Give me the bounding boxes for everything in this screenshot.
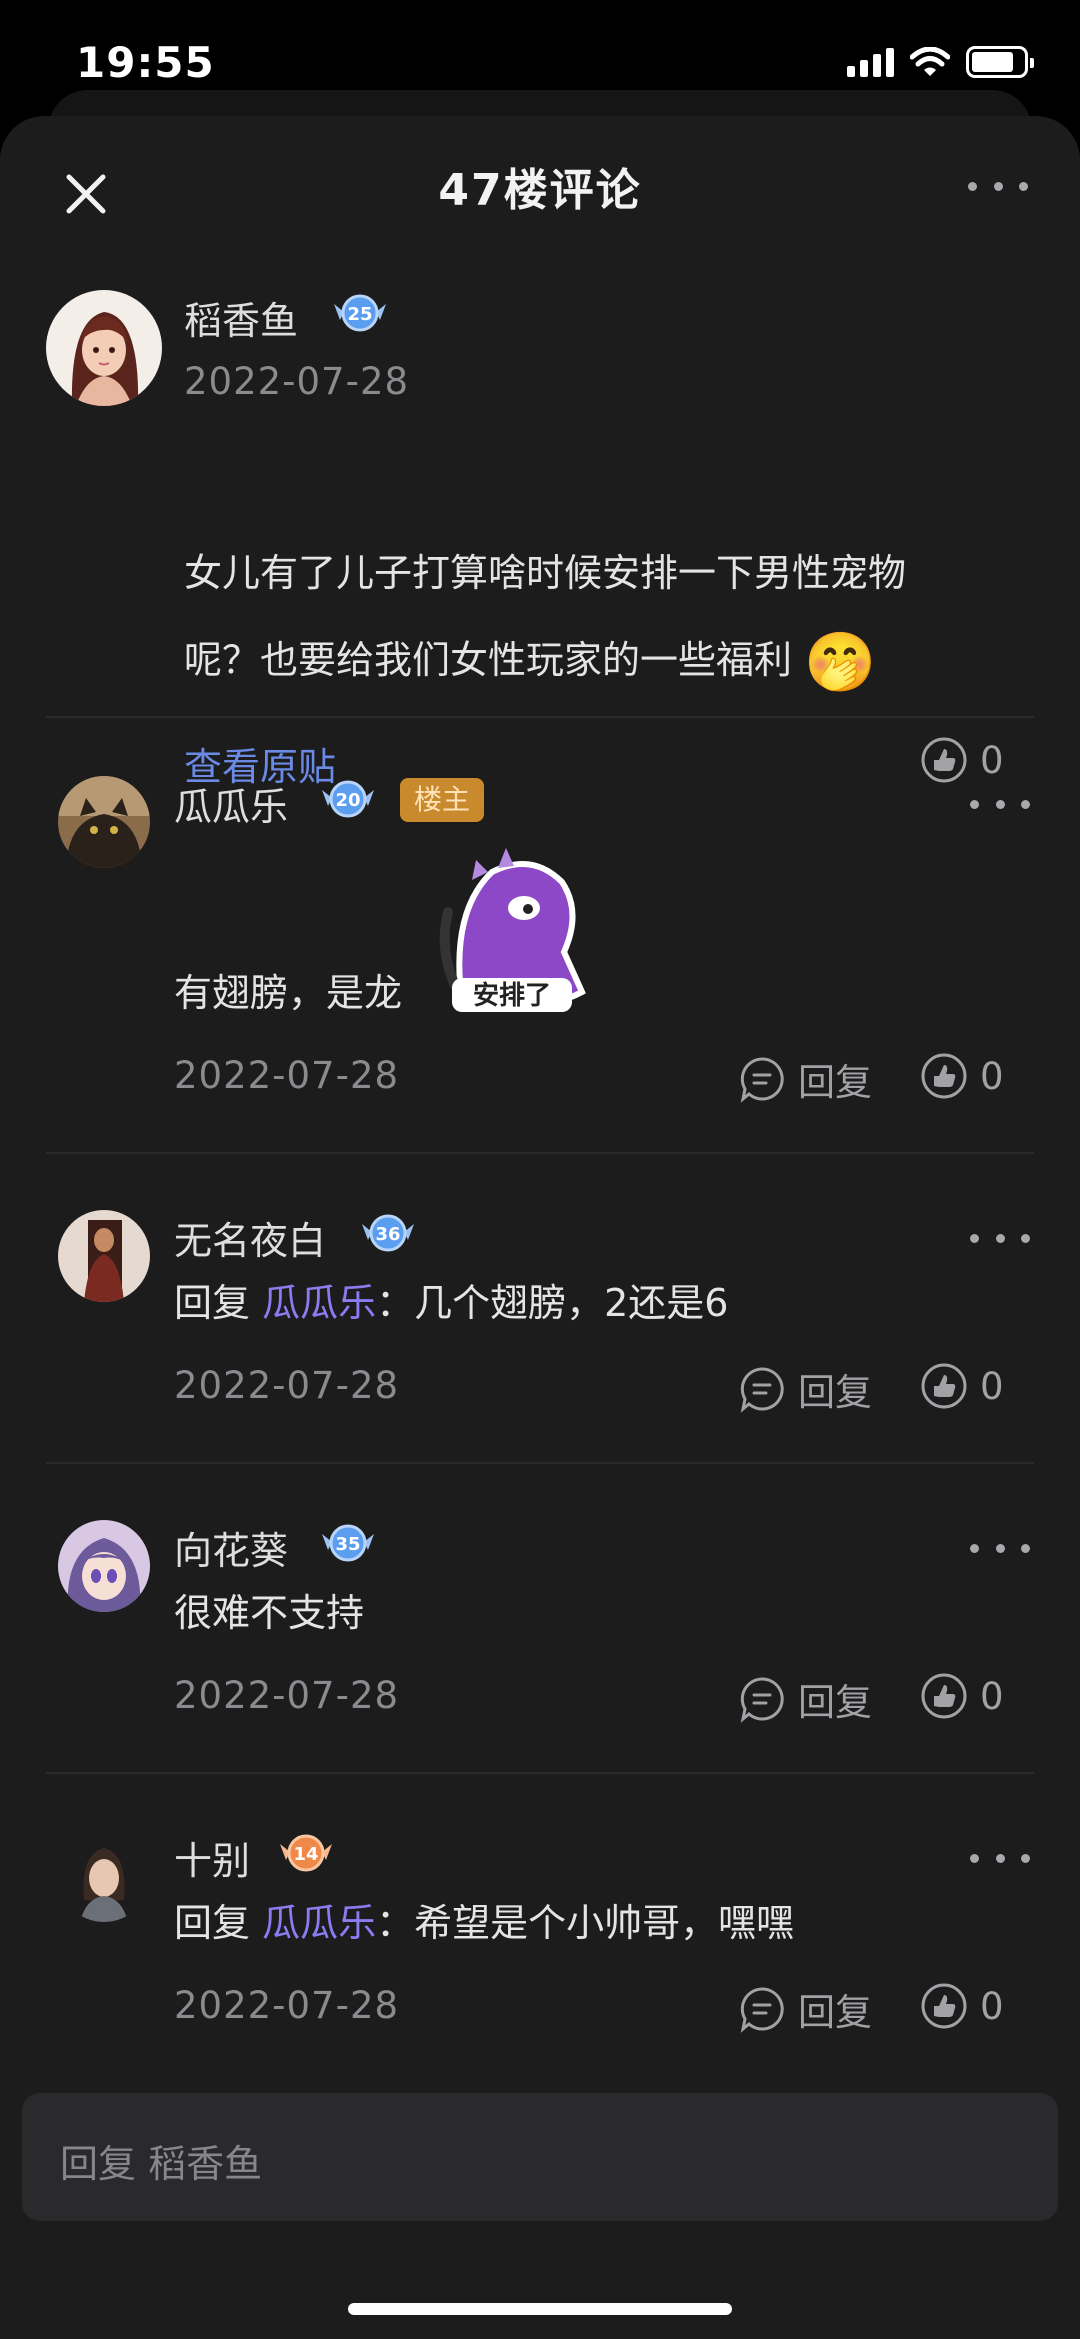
level-badge-icon: 35: [320, 1520, 376, 1566]
reply-placeholder: 回复 稻香鱼: [60, 2142, 263, 2186]
more-button[interactable]: [968, 174, 1028, 198]
comment-sheet: 47楼评论 稻香鱼 25 2022-07-28 女儿有了儿子打算啥时候安排一下男…: [0, 116, 1080, 2339]
post-author-name[interactable]: 稻香鱼: [184, 290, 298, 345]
like-count: 0: [980, 1674, 1004, 1718]
divider: [46, 1772, 1034, 1774]
reply-label: 回复: [798, 1061, 872, 1104]
sticker-caption: 安排了: [473, 981, 551, 1011]
comment-date: 2022-07-28: [174, 1984, 400, 2027]
reply-button[interactable]: 回复: [738, 1982, 872, 2036]
reply-input[interactable]: 回复 稻香鱼: [22, 2093, 1058, 2221]
reply-label: 回复: [798, 1991, 872, 2034]
thumbs-up-icon: [921, 1363, 967, 1409]
like-count: 0: [980, 1984, 1004, 2028]
level-number: 25: [347, 304, 372, 325]
comment-author-name[interactable]: 十别: [174, 1830, 250, 1885]
battery-icon: [966, 46, 1034, 78]
divider: [46, 1152, 1034, 1154]
wifi-icon: [910, 47, 950, 76]
level-badge-icon: 14: [278, 1830, 334, 1876]
level-number: 35: [335, 1534, 360, 1555]
level-number: 36: [375, 1224, 400, 1245]
level-number: 14: [293, 1844, 318, 1865]
post-text-line-2: 呢？也要给我们女性玩家的一些福利 🤭: [184, 628, 877, 696]
avatar[interactable]: [46, 290, 162, 406]
more-icon: [970, 1853, 979, 1863]
comment-author-name[interactable]: 向花葵: [174, 1520, 288, 1575]
page-title: 47楼评论: [438, 165, 642, 216]
reply-button[interactable]: 回复: [738, 1362, 872, 1416]
host-badge: 楼主: [400, 778, 485, 822]
reply-bubble-icon: [740, 1367, 784, 1413]
more-icon: [968, 181, 977, 191]
like-button[interactable]: 0: [920, 1362, 1004, 1410]
comment-date: 2022-07-28: [174, 1054, 400, 1097]
reply-label: 回复: [798, 1681, 872, 1724]
avatar[interactable]: [58, 1830, 150, 1922]
divider: [46, 1462, 1034, 1464]
mention-link[interactable]: 瓜瓜乐: [262, 1281, 376, 1325]
reply-bubble-icon: [740, 1057, 784, 1103]
comment-more-button[interactable]: [970, 1846, 1030, 1870]
avatar[interactable]: [58, 776, 150, 868]
thumbs-up-icon: [921, 1983, 967, 2029]
sticker-image: 安排了: [432, 842, 592, 1012]
signal-icon: [847, 47, 894, 77]
like-button[interactable]: 0: [920, 1052, 1004, 1100]
comment-text: 很难不支持: [174, 1591, 365, 1635]
like-count: 0: [980, 1054, 1004, 1098]
comment-date: 2022-07-28: [174, 1364, 400, 1407]
post-date: 2022-07-28: [184, 360, 410, 403]
thumbs-up-icon: [921, 737, 967, 783]
mention-link[interactable]: 瓜瓜乐: [262, 1901, 376, 1945]
comment-date: 2022-07-28: [174, 1674, 400, 1717]
more-icon: [970, 1233, 979, 1243]
comment-author-name[interactable]: 无名夜白: [174, 1210, 326, 1265]
avatar[interactable]: [58, 1520, 150, 1612]
comment-more-button[interactable]: [970, 792, 1030, 816]
avatar[interactable]: [58, 1210, 150, 1302]
header: 47楼评论: [0, 116, 1080, 246]
post-text-line-1: 女儿有了儿子打算啥时候安排一下男性宠物: [184, 551, 907, 595]
comment-text: 回复 瓜瓜乐：几个翅膀，2还是6: [174, 1281, 729, 1325]
comment-more-button[interactable]: [970, 1536, 1030, 1560]
level-badge-icon: 20: [320, 776, 376, 822]
comment-more-button[interactable]: [970, 1226, 1030, 1250]
status-icons: [847, 46, 1034, 78]
level-badge-icon: 25: [332, 290, 388, 336]
like-count: 0: [980, 1364, 1004, 1408]
like-button[interactable]: 0: [920, 1982, 1004, 2030]
post-like-button[interactable]: 0: [920, 736, 1004, 784]
comment-author-name[interactable]: 瓜瓜乐: [174, 776, 288, 831]
divider: [46, 716, 1034, 718]
like-button[interactable]: 0: [920, 1672, 1004, 1720]
level-number: 20: [335, 790, 360, 811]
like-count: 0: [980, 738, 1004, 782]
comment-text: 回复 瓜瓜乐：希望是个小帅哥，嘿嘿: [174, 1901, 795, 1945]
reply-label: 回复: [798, 1371, 872, 1414]
thumbs-up-icon: [921, 1053, 967, 1099]
status-time: 19:55: [76, 38, 215, 87]
reply-button[interactable]: 回复: [738, 1672, 872, 1726]
more-icon: [970, 1543, 979, 1553]
thumbs-up-icon: [921, 1673, 967, 1719]
level-badge-icon: 36: [360, 1210, 416, 1256]
more-icon: [970, 799, 979, 809]
reply-bubble-icon: [740, 1677, 784, 1723]
reply-button[interactable]: 回复: [738, 1052, 872, 1106]
reply-bubble-icon: [740, 1987, 784, 2033]
comment-text: 有翅膀，是龙: [174, 971, 403, 1015]
home-indicator[interactable]: [348, 2303, 732, 2315]
thinking-emoji-icon: 🤭: [804, 628, 877, 696]
